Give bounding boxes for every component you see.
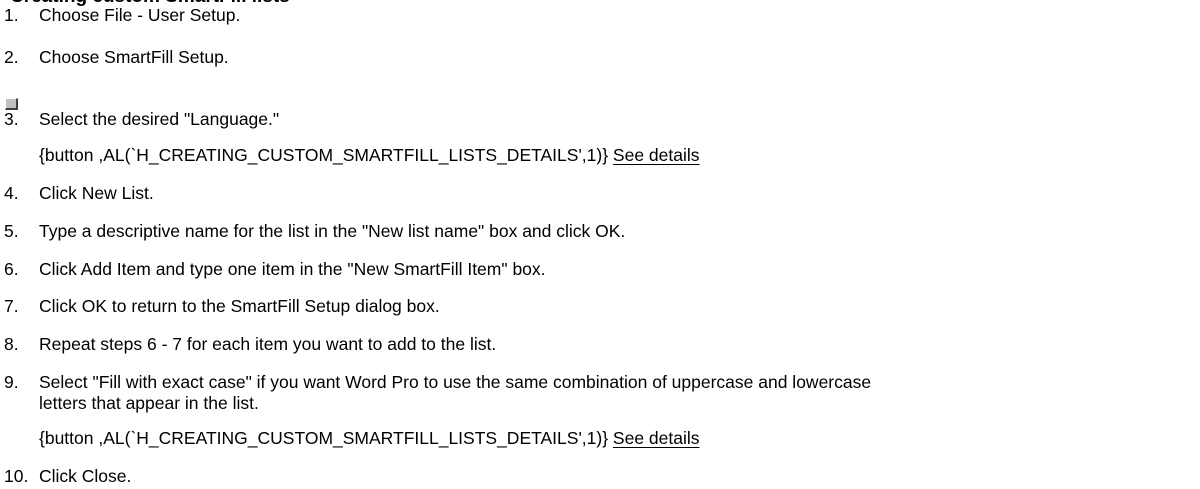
step-number: 5. <box>4 221 19 241</box>
step-4: 4. Click New List. <box>4 183 154 204</box>
step-text: Select "Fill with exact case" if you wan… <box>39 372 872 392</box>
step-number: 1. <box>4 5 19 25</box>
step-8: 8. Repeat steps 6 - 7 for each item you w… <box>4 334 496 355</box>
step-text: Type a descriptive name for the list in … <box>39 221 626 241</box>
step-3: 3. Select the desired "Language." <box>4 109 279 130</box>
step-number: 10. <box>4 466 29 486</box>
step-9: 9. Select "Fill with exact case" if you w… <box>4 372 871 393</box>
details-line: {button ,AL(`H_CREATING_CUSTOM_SMARTFILL… <box>39 145 700 166</box>
step-text: Choose SmartFill Setup. <box>39 47 229 67</box>
step-number: 3. <box>4 109 19 129</box>
step-number: 8. <box>4 334 19 354</box>
step-number: 2. <box>4 47 19 67</box>
macro-text: {button ,AL(`H_CREATING_CUSTOM_SMARTFILL… <box>39 428 613 448</box>
step-text: Repeat steps 6 - 7 for each item you wan… <box>39 334 497 354</box>
step-6: 6. Click Add Item and type one item in th… <box>4 259 546 280</box>
step-text: Click New List. <box>39 183 154 203</box>
step-1: 1. Choose File - User Setup. <box>4 5 240 26</box>
step-text: Click Add Item and type one item in the … <box>39 259 546 279</box>
step-number: 6. <box>4 259 19 279</box>
details-line: {button ,AL(`H_CREATING_CUSTOM_SMARTFILL… <box>39 428 700 449</box>
macro-text: {button ,AL(`H_CREATING_CUSTOM_SMARTFILL… <box>39 145 613 165</box>
step-text: Click OK to return to the SmartFill Setu… <box>39 296 440 316</box>
step-number: 4. <box>4 183 19 203</box>
step-9-continuation: letters that appear in the list. <box>39 393 259 413</box>
step-number: 7. <box>4 296 19 316</box>
step-text: Choose File - User Setup. <box>39 5 241 25</box>
step-text: Select the desired "Language." <box>39 109 280 129</box>
step-text: Click Close. <box>39 466 132 486</box>
step-7: 7. Click OK to return to the SmartFill Se… <box>4 296 440 317</box>
see-details-link[interactable]: See details <box>613 428 700 448</box>
step-number: 9. <box>4 372 19 392</box>
step-10: 10. Click Close. <box>4 466 131 487</box>
step-2: 2. Choose SmartFill Setup. <box>4 47 229 68</box>
step-5: 5. Type a descriptive name for the list i… <box>4 221 625 242</box>
see-details-link[interactable]: See details <box>613 145 700 165</box>
